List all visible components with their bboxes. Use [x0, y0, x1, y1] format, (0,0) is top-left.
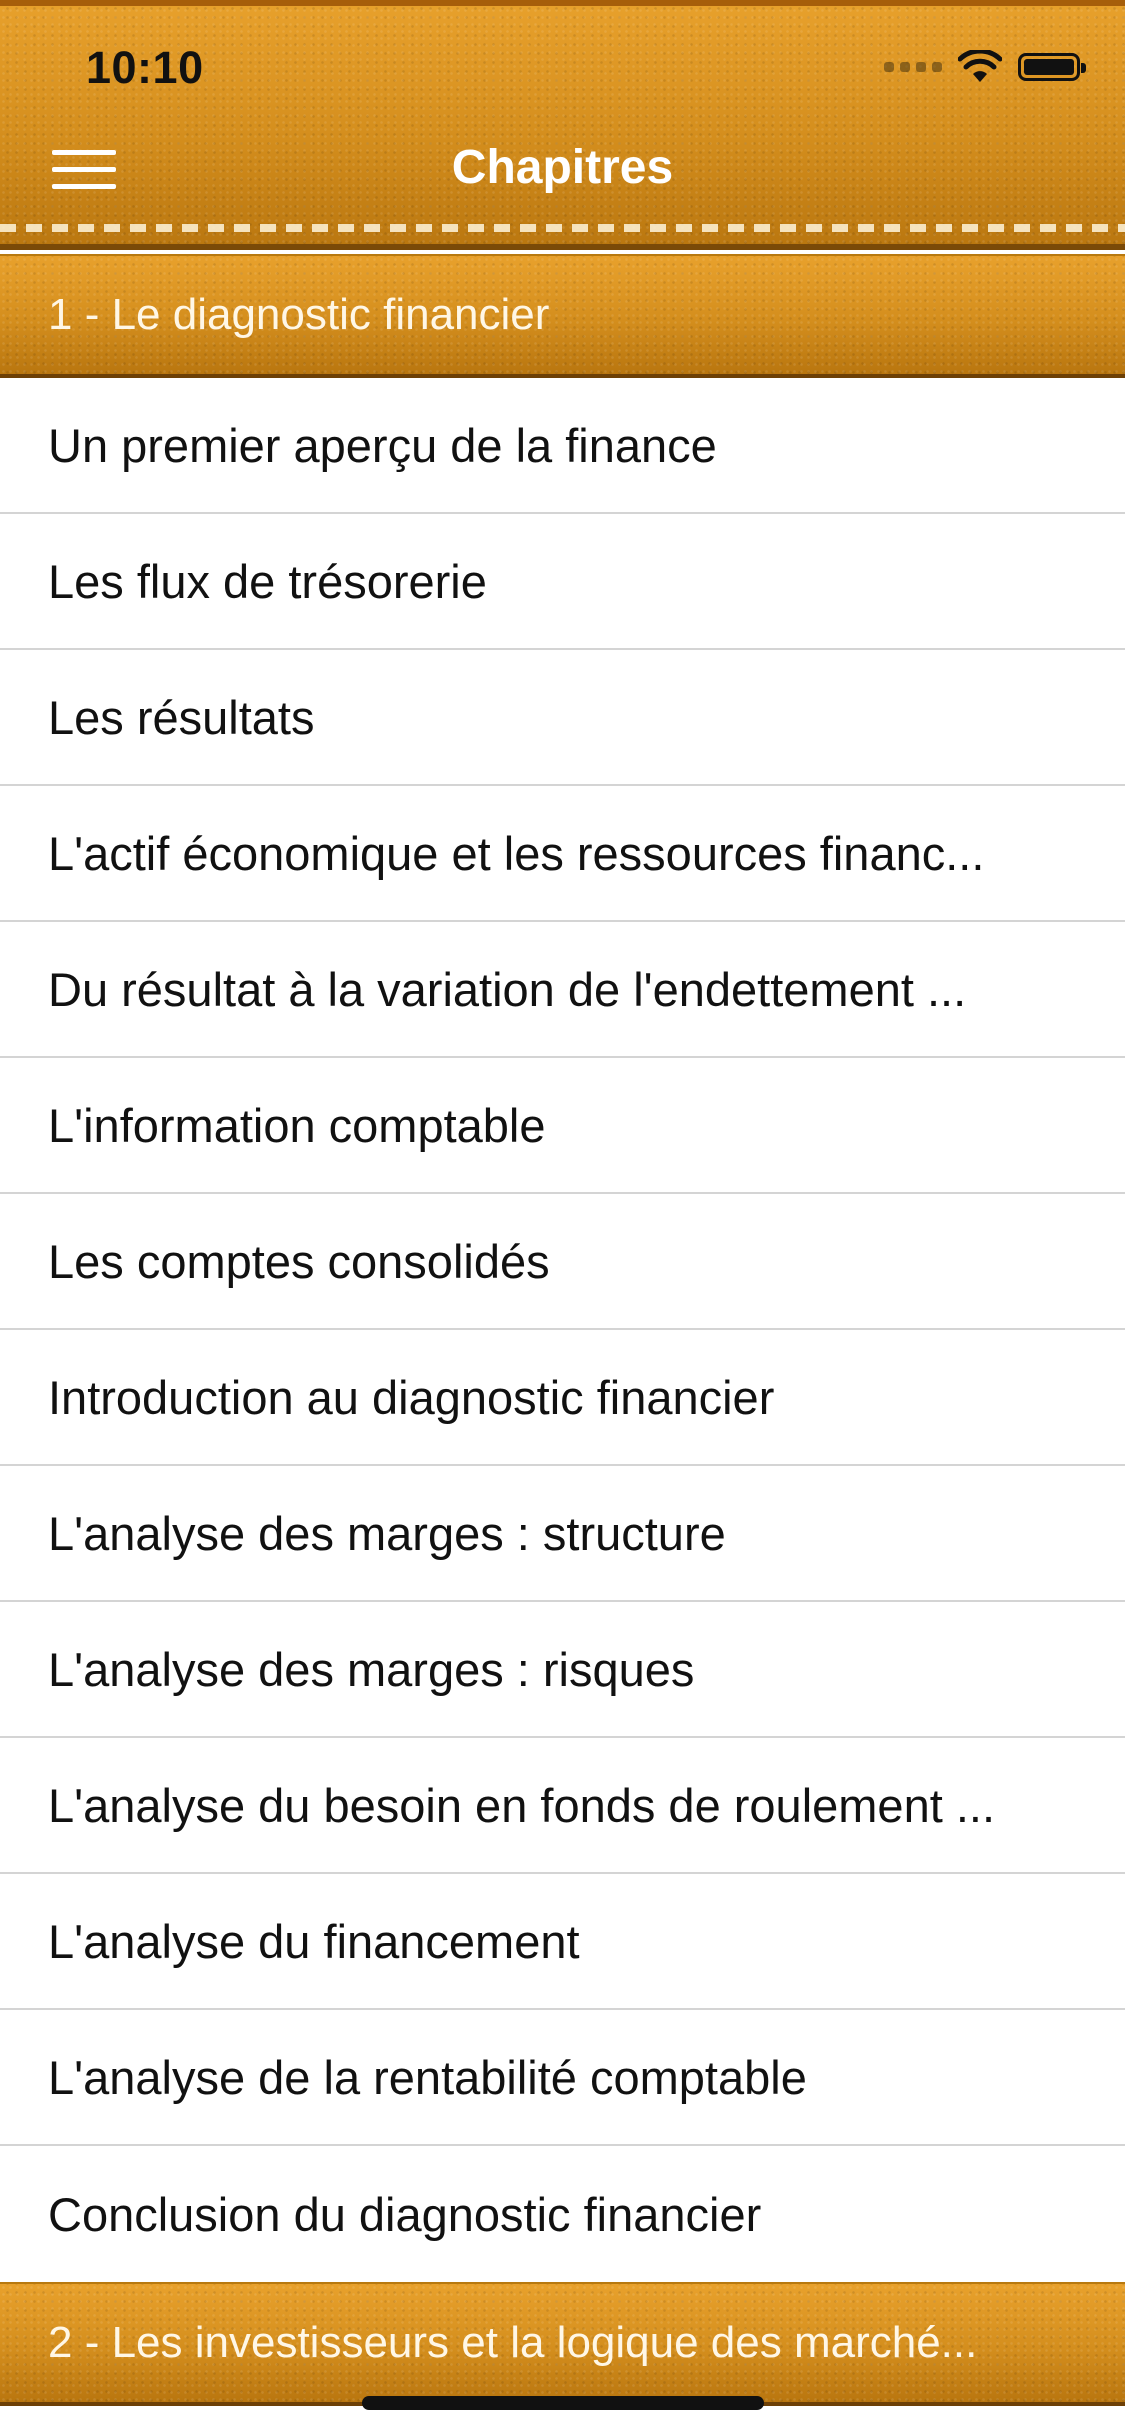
- section-header-label: 2 - Les investisseurs et la logique des …: [48, 2318, 978, 2367]
- list-item[interactable]: Conclusion du diagnostic financier: [0, 2146, 1125, 2282]
- list-item[interactable]: L'analyse du besoin en fonds de roulemen…: [0, 1738, 1125, 1874]
- list-item-label: L'analyse du financement: [48, 1914, 580, 1968]
- chapter-list: Un premier aperçu de la finance Les flux…: [0, 378, 1125, 2282]
- list-item-label: Conclusion du diagnostic financier: [48, 2187, 762, 2241]
- list-item-label: L'analyse des marges : structure: [48, 1506, 726, 1560]
- list-item-label: Introduction au diagnostic financier: [48, 1370, 775, 1424]
- leather-stitch-divider: [0, 224, 1125, 232]
- list-item[interactable]: L'analyse des marges : risques: [0, 1602, 1125, 1738]
- list-item-label: L'analyse du besoin en fonds de roulemen…: [48, 1778, 995, 1832]
- cellular-signal-icon: [884, 62, 942, 72]
- page-title: Chapitres: [451, 141, 674, 194]
- list-item-label: Les comptes consolidés: [48, 1234, 550, 1288]
- list-item-label: Les flux de trésorerie: [48, 554, 487, 608]
- home-indicator[interactable]: [362, 2396, 764, 2410]
- list-item[interactable]: Du résultat à la variation de l'endettem…: [0, 922, 1125, 1058]
- section-header-2[interactable]: 2 - Les investisseurs et la logique des …: [0, 2282, 1125, 2406]
- list-item[interactable]: Les résultats: [0, 650, 1125, 786]
- status-time: 10:10: [86, 42, 204, 93]
- list-item[interactable]: Un premier aperçu de la finance: [0, 378, 1125, 514]
- screen: 10:10 Chapitres 1 - Le diagnostic financ…: [0, 0, 1125, 2436]
- list-item-label: L'information comptable: [48, 1098, 546, 1152]
- battery-icon: [1018, 53, 1086, 81]
- list-item[interactable]: L'actif économique et les ressources fin…: [0, 786, 1125, 922]
- list-item[interactable]: L'analyse de la rentabilité comptable: [0, 2010, 1125, 2146]
- nav-header: 10:10 Chapitres: [0, 0, 1125, 250]
- list-item[interactable]: L'information comptable: [0, 1058, 1125, 1194]
- header-bottom-border: [0, 244, 1125, 250]
- list-item-label: Du résultat à la variation de l'endettem…: [48, 962, 967, 1016]
- list-item-label: Les résultats: [48, 690, 315, 744]
- list-item[interactable]: L'analyse des marges : structure: [0, 1466, 1125, 1602]
- list-item-label: Un premier aperçu de la finance: [48, 418, 717, 472]
- header-top-border: [0, 0, 1125, 6]
- list-item-label: L'analyse de la rentabilité comptable: [48, 2050, 807, 2104]
- list-item[interactable]: Introduction au diagnostic financier: [0, 1330, 1125, 1466]
- section-header-1[interactable]: 1 - Le diagnostic financier: [0, 254, 1125, 378]
- list-item-label: L'actif économique et les ressources fin…: [48, 826, 985, 880]
- section-header-label: 1 - Le diagnostic financier: [48, 290, 550, 339]
- wifi-icon: [958, 50, 1002, 82]
- status-icons: [884, 50, 1086, 84]
- list-item[interactable]: Les comptes consolidés: [0, 1194, 1125, 1330]
- list-item[interactable]: Les flux de trésorerie: [0, 514, 1125, 650]
- list-item-label: L'analyse des marges : risques: [48, 1642, 695, 1696]
- list-item[interactable]: L'analyse du financement: [0, 1874, 1125, 2010]
